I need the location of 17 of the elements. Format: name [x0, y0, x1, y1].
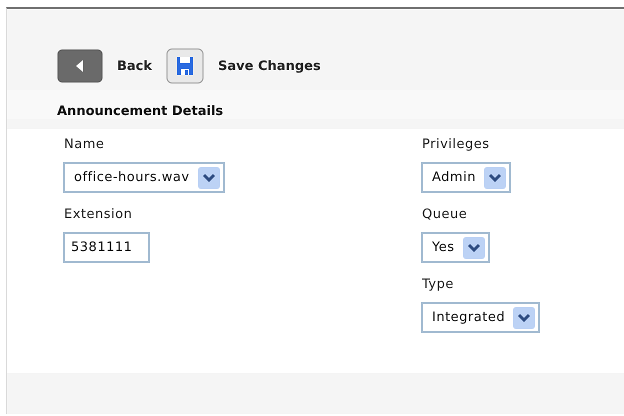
chevron-down-icon: [513, 306, 536, 328]
save-button[interactable]: Save Changes: [166, 48, 321, 84]
field-label: Extension: [63, 207, 132, 222]
dropdown[interactable]: Integrated: [421, 302, 540, 333]
field-label: Queue: [421, 207, 468, 222]
chevron-down-icon: [462, 236, 484, 258]
back-button[interactable]: Back: [57, 49, 152, 83]
dropdown[interactable]: office-hours.wav: [63, 162, 225, 193]
dropdown[interactable]: Yes: [421, 232, 490, 263]
input-field[interactable]: 5381111: [63, 232, 150, 263]
chevron-down-icon: [198, 166, 220, 188]
section-title: Announcement Details: [57, 104, 224, 119]
field-label: Type: [421, 277, 454, 292]
dropdown[interactable]: Admin: [421, 162, 511, 193]
field-label: Privileges: [421, 137, 490, 152]
chevron-down-icon: [484, 166, 506, 188]
field-label: Name: [63, 137, 104, 152]
